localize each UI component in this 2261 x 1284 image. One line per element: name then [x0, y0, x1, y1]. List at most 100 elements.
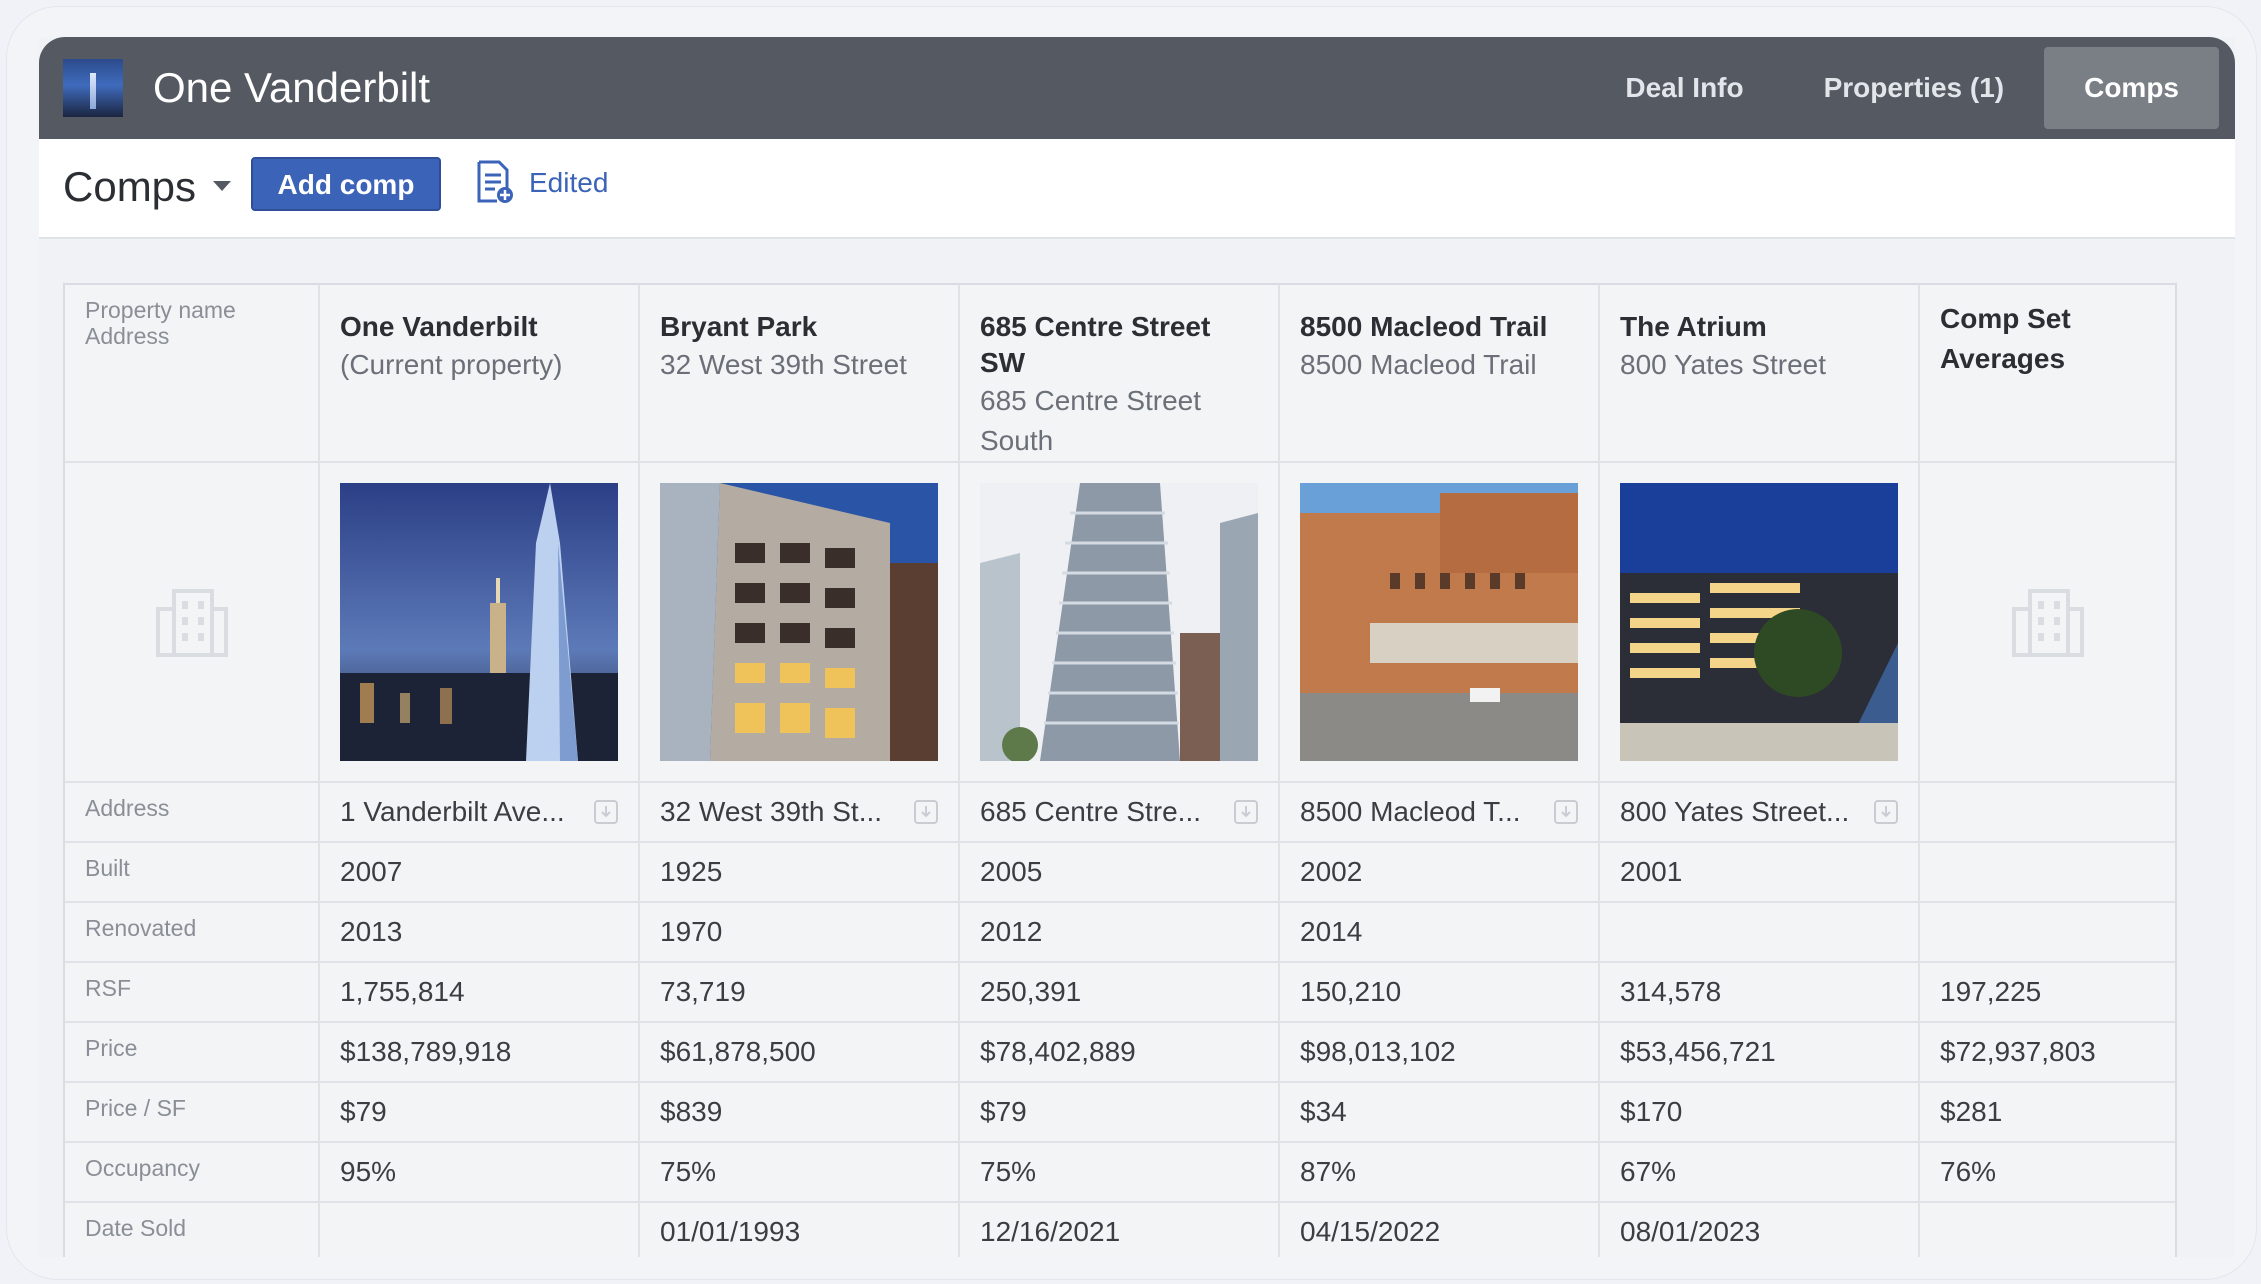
tab-deal-info[interactable]: Deal Info: [1585, 47, 1783, 129]
photo-cell: [319, 462, 640, 783]
table-row: Renovated 2013 1970 2012 2014: [65, 902, 2175, 963]
table-cell: 2002: [1279, 842, 1600, 903]
top-bar: One Vanderbilt Deal Info Properties (1) …: [39, 37, 2235, 139]
top-nav: Deal Info Properties (1) Comps: [1585, 47, 2219, 129]
header-label-cell: Property name Address: [65, 285, 320, 463]
building-icon: [2011, 589, 2084, 657]
column-header[interactable]: One Vanderbilt (Current property): [319, 285, 640, 463]
app-title: One Vanderbilt: [153, 64, 431, 111]
row-label: Price: [65, 1022, 320, 1083]
comp-subtitle: 800 Yates Street: [1620, 349, 1826, 380]
property-thumbnail[interactable]: [63, 59, 123, 117]
table-cell: 685 Centre Stre...: [959, 782, 1280, 843]
table-cell: $839: [639, 1082, 960, 1143]
property-photo[interactable]: [340, 483, 618, 761]
table-cell: 73,719: [639, 962, 960, 1023]
table-cell: 08/01/2023: [1599, 1202, 1920, 1257]
comp-name: Bryant Park: [660, 311, 818, 342]
table-cell: $79: [319, 1082, 640, 1143]
table-cell: 1 Vanderbilt Ave...: [319, 782, 640, 843]
table-cell: $53,456,721: [1599, 1022, 1920, 1083]
photo-cell: [639, 462, 960, 783]
average-cell: [1919, 782, 2175, 843]
download-icon[interactable]: [1874, 800, 1898, 824]
photo-cell: [959, 462, 1280, 783]
property-photo[interactable]: [660, 483, 938, 761]
table-row: Occupancy 95% 75% 75% 87% 67% 76%: [65, 1142, 2175, 1203]
row-label: Price / SF: [65, 1082, 320, 1143]
table-cell: 2005: [959, 842, 1280, 903]
table-cell: 1925: [639, 842, 960, 903]
property-photo[interactable]: [1300, 483, 1578, 761]
photo-placeholder-cell: [65, 462, 320, 783]
average-cell: 76%: [1919, 1142, 2175, 1203]
column-header[interactable]: 685 Centre Street SW 685 Centre Street So…: [959, 285, 1280, 463]
comps-table: Property name Address One Vanderbilt (Cur…: [63, 283, 2177, 1257]
row-label: Built: [65, 842, 320, 903]
average-cell: [1919, 842, 2175, 903]
chevron-down-icon[interactable]: [213, 181, 231, 191]
table-cell: $79: [959, 1082, 1280, 1143]
column-header[interactable]: Bryant Park 32 West 39th Street: [639, 285, 960, 463]
averages-header: Comp Set Averages: [1919, 285, 2175, 463]
row-label: RSF: [65, 962, 320, 1023]
table-cell: 1,755,814: [319, 962, 640, 1023]
column-header[interactable]: 8500 Macleod Trail 8500 Macleod Trail: [1279, 285, 1600, 463]
property-photo[interactable]: [1620, 483, 1898, 761]
download-icon[interactable]: [594, 800, 618, 824]
table-cell: $34: [1279, 1082, 1600, 1143]
table-row: Built 2007 1925 2005 2002 2001: [65, 842, 2175, 903]
comp-subtitle: 685 Centre Street South: [980, 385, 1202, 456]
comp-name: The Atrium: [1620, 311, 1767, 342]
add-comp-button[interactable]: Add comp: [251, 157, 441, 211]
table-cell: 314,578: [1599, 962, 1920, 1023]
average-cell: [1919, 902, 2175, 963]
photo-placeholder: [65, 463, 318, 781]
table-row: Price / SF $79 $839 $79 $34 $170 $281: [65, 1082, 2175, 1143]
address-value: 8500 Macleod T...: [1300, 796, 1521, 827]
table-cell: $170: [1599, 1082, 1920, 1143]
table-cell: $78,402,889: [959, 1022, 1280, 1083]
table-cell: 8500 Macleod T...: [1279, 782, 1600, 843]
address-value: 1 Vanderbilt Ave...: [340, 796, 565, 827]
address-label: Address: [85, 323, 170, 349]
average-cell: $72,937,803: [1919, 1022, 2175, 1083]
photo-row: [65, 462, 2175, 783]
averages-photo-cell: [1919, 462, 2175, 783]
row-label: Address: [65, 782, 320, 843]
tab-comps[interactable]: Comps: [2044, 47, 2219, 129]
photo-cell: [1599, 462, 1920, 783]
address-value: 32 West 39th St...: [660, 796, 883, 827]
table-cell: 75%: [639, 1142, 960, 1203]
table-cell: $138,789,918: [319, 1022, 640, 1083]
table-cell: 87%: [1279, 1142, 1600, 1203]
edited-status[interactable]: Edited: [529, 163, 608, 203]
download-icon[interactable]: [1554, 800, 1578, 824]
document-edit-icon[interactable]: [475, 159, 515, 205]
table-cell: 2001: [1599, 842, 1920, 903]
table-cell: $98,013,102: [1279, 1022, 1600, 1083]
table-cell: 95%: [319, 1142, 640, 1203]
photo-placeholder: [1920, 463, 2175, 781]
address-value: 800 Yates Street...: [1620, 796, 1850, 827]
table-cell: 04/15/2022: [1279, 1202, 1600, 1257]
row-label: Date Sold: [65, 1202, 320, 1257]
property-photo[interactable]: [980, 483, 1258, 761]
comp-subtitle: (Current property): [340, 349, 563, 380]
comp-name: 8500 Macleod Trail: [1300, 311, 1548, 342]
table-cell: 250,391: [959, 962, 1280, 1023]
header-row: Property name Address One Vanderbilt (Cur…: [65, 285, 2175, 463]
page-title[interactable]: Comps: [63, 161, 196, 213]
property-name-label: Property name: [85, 297, 236, 323]
download-icon[interactable]: [914, 800, 938, 824]
tab-properties[interactable]: Properties (1): [1784, 47, 2045, 129]
comp-subtitle: 32 West 39th Street: [660, 349, 907, 380]
table-cell: 2014: [1279, 902, 1600, 963]
row-label: Renovated: [65, 902, 320, 963]
table-cell: 75%: [959, 1142, 1280, 1203]
sub-header: Comps Add comp Edited: [39, 139, 2235, 239]
download-icon[interactable]: [1234, 800, 1258, 824]
table-cell: 2012: [959, 902, 1280, 963]
column-header[interactable]: The Atrium 800 Yates Street: [1599, 285, 1920, 463]
average-cell: $281: [1919, 1082, 2175, 1143]
